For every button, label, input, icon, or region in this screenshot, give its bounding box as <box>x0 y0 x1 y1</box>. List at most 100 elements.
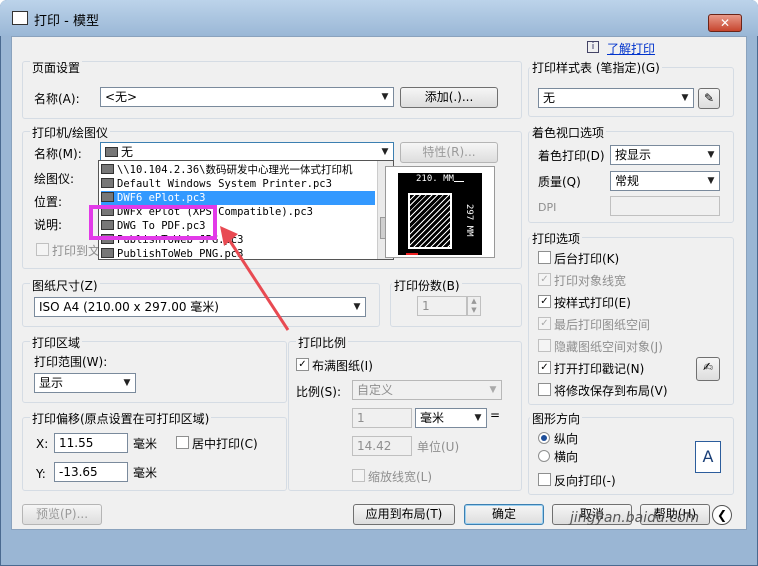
chevron-down-icon: ▼ <box>707 176 715 186</box>
offset-x-unit: 毫米 <box>133 437 158 451</box>
print-to-file-label: 打印到文 <box>52 244 101 258</box>
scale-units-input[interactable]: 14.42 <box>352 436 412 456</box>
stamp-icon: ✍ <box>702 360 714 374</box>
printer-value: 无 <box>121 145 134 159</box>
paper-size-select[interactable]: ISO A4 (210.00 x 297.00 毫米) ▼ <box>34 297 366 317</box>
edit-style-button[interactable]: ✎ <box>698 88 720 109</box>
page-setup-title: 页面设置 <box>30 59 83 76</box>
add-page-setup-button[interactable]: 添加(.)... <box>400 87 498 108</box>
paper-size-title: 图纸尺寸(Z) <box>30 277 100 294</box>
style-table-value: 无 <box>543 91 556 105</box>
portrait-radio[interactable] <box>538 432 550 444</box>
plot-stamp-checkbox[interactable]: ✓ <box>538 361 551 374</box>
page-setup-name-label: 名称(A): <box>34 92 80 106</box>
dpi-input[interactable] <box>610 196 720 216</box>
printer-properties-button[interactable]: 特性(R)... <box>400 142 498 163</box>
shaded-viewport-title: 着色视口选项 <box>530 124 607 141</box>
equals-sign: = <box>490 408 501 422</box>
portrait-label: 纵向 <box>554 432 579 446</box>
printer-name-select[interactable]: 无 ▼ <box>100 142 394 162</box>
plot-lineweights-label: 打印对象线宽 <box>554 274 627 288</box>
chevron-down-icon: ▼ <box>707 150 715 160</box>
offset-y-input[interactable]: -13.65 <box>54 462 128 482</box>
scale-ratio-label: 比例(S): <box>296 385 342 399</box>
title-bar <box>0 0 758 36</box>
save-to-layout-checkbox[interactable] <box>538 383 551 396</box>
scale-lineweights-checkbox[interactable] <box>352 469 365 482</box>
chevron-down-icon: ▼ <box>381 92 389 102</box>
style-table-select[interactable]: 无 ▼ <box>538 88 694 108</box>
quality-value: 常规 <box>615 174 640 188</box>
collapse-arrow-icon[interactable]: ❮ <box>712 505 732 525</box>
orientation-preview-icon: A <box>695 441 721 473</box>
printer-option[interactable]: Default Windows System Printer.pc3 <box>101 177 375 191</box>
preview-marker <box>406 253 418 255</box>
printer-option[interactable]: DWF6 ePlot.pc3 <box>101 191 375 205</box>
background-plot-label: 后台打印(K) <box>554 252 620 266</box>
scale-title: 打印比例 <box>296 334 349 351</box>
close-button[interactable]: ✕ <box>708 14 742 32</box>
apply-to-layout-button[interactable]: 应用到布局(T) <box>353 504 455 525</box>
save-to-layout-label: 将修改保存到布局(V) <box>554 384 668 398</box>
offset-title: 打印偏移(原点设置在可打印区域) <box>30 410 212 427</box>
upside-down-checkbox[interactable] <box>538 473 551 486</box>
fit-to-paper-checkbox[interactable]: ✓ <box>296 358 309 371</box>
plot-with-styles-checkbox[interactable]: ✓ <box>538 295 551 308</box>
printer-name-label: 名称(M): <box>34 147 82 161</box>
description-label: 说明: <box>34 218 63 232</box>
chevron-down-icon: ▼ <box>353 302 361 312</box>
fit-to-paper-label: 布满图纸(I) <box>312 359 373 373</box>
plotter-label: 绘图仪: <box>34 172 75 186</box>
page-setup-name-select[interactable]: <无> ▼ <box>100 87 394 107</box>
printer-icon <box>101 248 114 258</box>
offset-x-label: X: <box>36 437 49 451</box>
shade-plot-select[interactable]: 按显示 ▼ <box>610 145 720 165</box>
quality-select[interactable]: 常规 ▼ <box>610 171 720 191</box>
scale-inches-input[interactable]: 1 <box>352 408 412 428</box>
landscape-label: 横向 <box>554 450 579 464</box>
hide-paperspace-checkbox[interactable] <box>538 339 551 352</box>
scale-units-label: 单位(U) <box>417 440 460 454</box>
center-plot-label: 居中打印(C) <box>192 437 258 451</box>
scale-ratio-select[interactable]: 自定义 ▼ <box>352 380 502 400</box>
center-plot-checkbox[interactable] <box>176 436 189 449</box>
offset-x-input[interactable]: 11.55 <box>54 433 128 453</box>
chevron-down-icon: ▼ <box>681 93 689 103</box>
printer-icon <box>101 164 114 174</box>
scale-unit-select[interactable]: 毫米 ▼ <box>415 408 487 428</box>
window-title: 打印 - 模型 <box>34 14 99 29</box>
preview-sheet <box>408 193 452 249</box>
plot-options-title: 打印选项 <box>530 230 583 247</box>
background-plot-checkbox[interactable] <box>538 251 551 264</box>
preview-button[interactable]: 预览(P)... <box>22 504 102 525</box>
shade-plot-value: 按显示 <box>615 148 652 162</box>
printer-title: 打印机/绘图仪 <box>30 124 111 141</box>
style-table-title: 打印样式表 (笔指定)(G) <box>530 59 662 76</box>
quality-label: 质量(Q) <box>538 175 581 189</box>
printer-option[interactable]: \\10.104.2.36\数码研发中心理光一体式打印机 <box>101 163 375 177</box>
preview-width: 210. MM <box>416 174 454 184</box>
chevron-down-icon: ▼ <box>381 147 389 157</box>
print-area-title: 打印区域 <box>30 334 83 351</box>
upside-down-label: 反向打印(-) <box>554 474 616 488</box>
location-label: 位置: <box>34 195 63 209</box>
printer-option-label: Default Windows System Printer.pc3 <box>117 178 332 190</box>
edit-icon: ✎ <box>703 91 715 105</box>
print-range-select[interactable]: 显示 ▼ <box>34 373 136 393</box>
learn-printing-link[interactable]: 了解打印 <box>607 40 655 57</box>
landscape-radio[interactable] <box>538 450 550 462</box>
plot-with-styles-label: 按样式打印(E) <box>554 296 631 310</box>
annotation-arrow-icon <box>220 226 290 331</box>
plot-lineweights-checkbox[interactable]: ✓ <box>538 273 551 286</box>
ok-button[interactable]: 确定 <box>464 504 544 525</box>
printer-icon <box>101 192 114 202</box>
print-range-label: 打印范围(W): <box>34 355 108 369</box>
plot-stamp-settings-button[interactable]: ✍ <box>696 357 720 381</box>
hide-paperspace-label: 隐藏图纸空间对象(J) <box>554 340 663 354</box>
copies-spinner[interactable]: ▲ ▼ <box>467 296 481 316</box>
paper-preview: 210. MM 297 MM <box>385 166 495 258</box>
orientation-title: 图形方向 <box>530 410 583 427</box>
plot-paperspace-last-checkbox[interactable]: ✓ <box>538 317 551 330</box>
print-to-file-checkbox[interactable] <box>36 243 49 256</box>
copies-input[interactable]: 1 <box>417 296 467 316</box>
